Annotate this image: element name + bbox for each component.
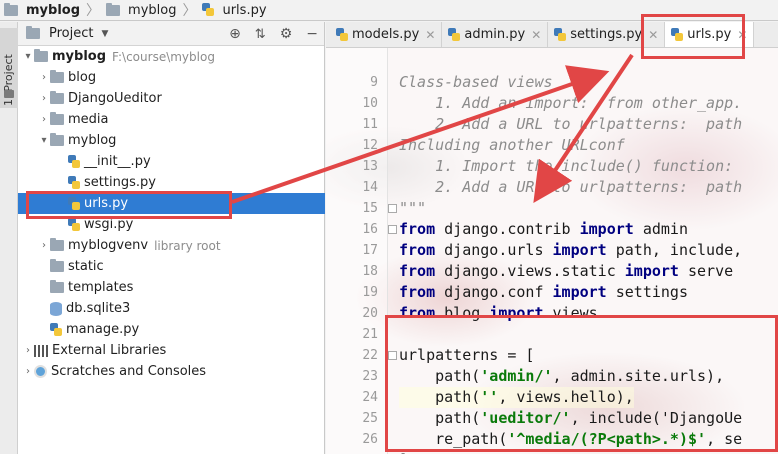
code-line[interactable]: 2. Add a URL to urlpatterns: path	[399, 114, 742, 135]
line-number: 14	[362, 180, 378, 195]
database-icon	[50, 301, 62, 316]
line-number: 12	[362, 138, 378, 153]
close-icon[interactable]: ✕	[425, 28, 435, 42]
line-number: 22	[362, 348, 378, 363]
python-file-icon	[202, 3, 215, 17]
tree-item-static[interactable]: static	[18, 256, 325, 277]
code-line[interactable]: Class-based views	[399, 72, 553, 93]
fold-marker-icon[interactable]	[388, 225, 397, 234]
chevron-right-icon[interactable]: ›	[38, 114, 50, 125]
line-number: 17	[362, 243, 378, 258]
line-number: 21	[362, 327, 378, 342]
chevron-down-icon[interactable]: ▾	[38, 135, 50, 146]
python-file-icon	[448, 27, 461, 42]
scratches-icon	[34, 365, 47, 378]
tree-item-myblog-root[interactable]: ▾ myblog F:\course\myblog	[18, 46, 325, 67]
code-line[interactable]: from django.contrib import admin	[399, 219, 688, 240]
breadcrumb-item-file[interactable]: urls.py	[202, 0, 267, 21]
tree-item-settings-py[interactable]: settings.py	[18, 172, 325, 193]
tree-item-db-sqlite3[interactable]: db.sqlite3	[18, 298, 325, 319]
code-line[interactable]: 1. Add an import: from other_app.	[399, 93, 742, 114]
folder-icon	[50, 91, 64, 104]
folder-icon	[50, 238, 64, 251]
hide-icon[interactable]: −	[306, 26, 318, 42]
close-icon[interactable]: ✕	[531, 28, 541, 42]
gear-icon[interactable]: ⚙	[280, 26, 293, 42]
library-icon	[34, 344, 48, 357]
line-number: 16	[362, 222, 378, 237]
line-number: 26	[362, 432, 378, 447]
chevron-right-icon[interactable]: ›	[22, 345, 34, 356]
tree-item-myblog-package[interactable]: ▾ myblog	[18, 130, 325, 151]
tree-item-djangoueditor[interactable]: › DjangoUeditor	[18, 88, 325, 109]
chevron-down-icon[interactable]: ▾	[22, 51, 34, 62]
breadcrumb-item-package[interactable]: myblog	[106, 0, 176, 21]
tree-item-manage-py[interactable]: manage.py	[18, 319, 325, 340]
line-number: 23	[362, 369, 378, 384]
project-panel-header: Project ▼ ⊕ ⇅ ⚙ −	[18, 22, 324, 46]
line-number: 24	[362, 390, 378, 405]
breadcrumb-separator: 〉	[182, 3, 197, 19]
project-panel-title[interactable]: Project	[49, 26, 93, 41]
chevron-down-icon[interactable]: ▼	[101, 29, 108, 39]
tab-models-py[interactable]: models.py ✕	[330, 22, 443, 47]
python-file-icon	[50, 322, 62, 337]
tree-item-myblogvenv[interactable]: › myblogvenv library root	[18, 235, 325, 256]
breadcrumb-item-root[interactable]: myblog	[4, 0, 80, 21]
locate-icon[interactable]: ⊕	[229, 26, 241, 42]
line-number: 25	[362, 411, 378, 426]
folder-icon	[50, 112, 64, 125]
folder-icon	[34, 49, 48, 62]
code-line[interactable]: from django.conf import settings	[399, 282, 688, 303]
tab-admin-py[interactable]: admin.py ✕	[442, 22, 549, 47]
tree-item-blog[interactable]: › blog	[18, 67, 325, 88]
python-file-icon	[68, 175, 80, 190]
annotation-box-urls-file	[26, 191, 232, 219]
folder-icon	[4, 90, 14, 98]
line-number: 15	[362, 201, 378, 216]
tree-item-external-libraries[interactable]: › External Libraries	[18, 340, 325, 361]
line-number: 19	[362, 285, 378, 300]
tree-item-init-py[interactable]: __init__.py	[18, 151, 325, 172]
code-line[interactable]: Including another URLconf	[399, 135, 625, 156]
python-file-icon	[336, 27, 348, 42]
folder-icon	[106, 2, 121, 16]
folder-icon	[4, 2, 18, 16]
chevron-right-icon[interactable]: ›	[38, 72, 50, 83]
chevron-right-icon[interactable]: ›	[38, 240, 50, 251]
tree-item-scratches[interactable]: › Scratches and Consoles	[18, 361, 325, 382]
tool-window-strip: 1: Project	[0, 22, 18, 454]
annotation-box-urlpatterns	[385, 315, 778, 452]
collapse-all-icon[interactable]: ⇅	[255, 27, 266, 42]
chevron-right-icon[interactable]: ›	[38, 93, 50, 104]
project-panel: Project ▼ ⊕ ⇅ ⚙ − ▾ myblog F:\course\myb…	[18, 22, 325, 454]
project-tool-tab[interactable]: 1: Project	[0, 28, 18, 108]
project-icon	[26, 26, 40, 39]
code-line[interactable]: """	[399, 198, 426, 219]
python-file-icon	[68, 154, 80, 169]
fold-marker-icon[interactable]	[388, 204, 397, 213]
python-file-icon	[68, 217, 80, 232]
tree-item-templates[interactable]: templates	[18, 277, 325, 298]
line-number: 20	[362, 306, 378, 321]
folder-icon	[50, 70, 64, 83]
line-number: 11	[362, 117, 378, 132]
code-line[interactable]: 2. Add a URL to urlpatterns: path	[399, 177, 742, 198]
folder-icon	[50, 280, 64, 293]
chevron-right-icon[interactable]: ›	[22, 366, 34, 377]
folder-icon	[50, 133, 64, 146]
code-line[interactable]: from django.urls import path, include,	[399, 240, 742, 261]
breadcrumb-separator: 〉	[86, 3, 101, 19]
code-line[interactable]: 1. Import the include() function:	[399, 156, 733, 177]
folder-icon	[50, 259, 64, 272]
line-number: 18	[362, 264, 378, 279]
line-number: 27	[326, 450, 378, 454]
line-number: 9	[370, 75, 378, 90]
line-number: 13	[362, 159, 378, 174]
annotation-box-urls-tab	[641, 14, 745, 59]
python-file-icon	[554, 27, 567, 42]
line-number: 10	[362, 96, 378, 111]
tree-item-media[interactable]: › media	[18, 109, 325, 130]
code-line[interactable]: from django.views.static import serve	[399, 261, 733, 282]
